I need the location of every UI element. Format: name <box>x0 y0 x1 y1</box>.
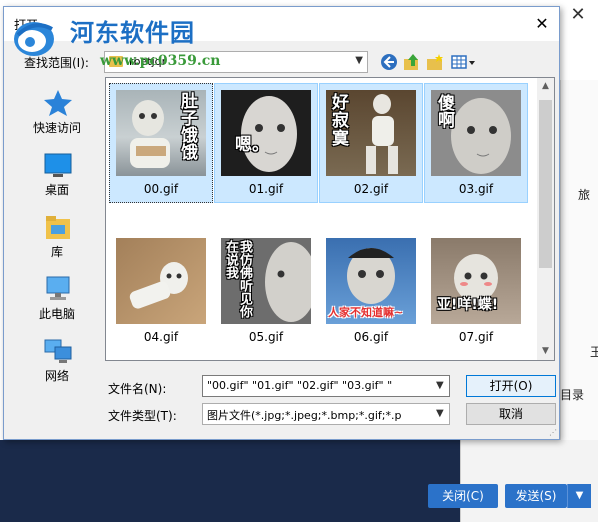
gif-caption: 肚子饿饿 <box>177 92 197 160</box>
file-type-label: 文件类型(T): <box>108 409 177 423</box>
file-name: 06.gif <box>353 330 389 344</box>
place-quick-access[interactable]: 快速访问 <box>12 85 102 145</box>
file-item-00[interactable]: 肚子饿饿 00.gif <box>109 83 213 203</box>
view-menu-button[interactable] <box>450 52 478 72</box>
look-in-value: rbetjqr <box>129 55 167 68</box>
file-name: 07.gif <box>458 330 494 344</box>
scroll-thumb[interactable] <box>539 100 552 268</box>
vertical-scrollbar[interactable]: ▲ ▼ <box>537 78 554 360</box>
file-list-view[interactable]: 肚子饿饿 00.gif 嗯。 01.gif 好寂寞 02.gif 傻啊 03.g… <box>105 77 555 361</box>
file-item-03[interactable]: 傻啊 03.gif <box>424 83 528 203</box>
open-file-dialog: 打开 ✕ 查找范围(I): rbetjqr ▼ 河东软件园 www.pc0359… <box>3 6 560 440</box>
background-desktop-strip <box>0 440 460 522</box>
place-label: 桌面 <box>44 183 69 197</box>
up-folder-button[interactable] <box>402 52 422 72</box>
background-text: 玉 <box>590 345 598 359</box>
file-item-06[interactable]: 人家不知道嘛~ 06.gif <box>319 231 423 351</box>
desktop-icon <box>44 153 72 177</box>
place-library[interactable]: 库 <box>12 209 102 269</box>
back-button[interactable] <box>379 52 399 72</box>
robot-face-image <box>241 96 297 172</box>
folder-icon <box>109 56 123 67</box>
dialog-titlebar: 打开 ✕ <box>4 7 559 41</box>
file-name: 00.gif <box>143 182 179 196</box>
file-name-input[interactable]: "00.gif" "01.gif" "02.gif" "03.gif" " <box>202 375 450 397</box>
place-this-pc[interactable]: 此电脑 <box>12 271 102 331</box>
resize-grip-icon[interactable]: ⋰ <box>549 428 557 437</box>
file-item-01[interactable]: 嗯。 01.gif <box>214 83 318 203</box>
file-item-05[interactable]: 我仿佛听见你在说我 05.gif <box>214 231 318 351</box>
close-chat-button[interactable]: 关闭(C) <box>428 484 498 508</box>
file-item-07[interactable]: 亚!咩!蝶! 07.gif <box>424 231 528 351</box>
file-name-label: 文件名(N): <box>108 382 167 396</box>
robot-lying-image <box>129 262 188 309</box>
gif-thumbnail: 肚子饿饿 <box>116 90 206 176</box>
gif-thumbnail: 我仿佛听见你在说我 <box>221 238 311 324</box>
back-arrow-icon <box>381 54 397 70</box>
gif-thumbnail: 嗯。 <box>221 90 311 176</box>
scroll-down-icon[interactable]: ▼ <box>537 343 554 360</box>
network-icon <box>44 339 72 363</box>
gif-thumbnail: 亚!咩!蝶! <box>431 238 521 324</box>
chevron-down-icon[interactable]: ▼ <box>436 380 444 391</box>
gif-caption: 人家不知道嘛~ <box>328 306 404 319</box>
gif-caption: 傻啊 <box>434 94 454 128</box>
send-options-dropdown-icon[interactable]: ▼ <box>567 484 591 508</box>
gif-thumbnail: 傻啊 <box>431 90 521 176</box>
new-folder-icon <box>427 54 443 70</box>
place-network[interactable]: 网络 <box>12 333 102 393</box>
open-button[interactable]: 打开(O) <box>466 375 556 397</box>
place-label: 此电脑 <box>38 307 75 321</box>
gif-thumbnail: 好寂寞 <box>326 90 416 176</box>
look-in-label: 查找范围(I): <box>24 56 89 70</box>
background-close-icon[interactable]: ✕ <box>568 6 588 24</box>
scroll-up-icon[interactable]: ▲ <box>537 78 554 95</box>
background-text: 旅 <box>578 188 591 202</box>
look-in-dropdown[interactable]: rbetjqr ▼ <box>104 51 368 73</box>
up-folder-icon <box>404 54 418 70</box>
file-item-02[interactable]: 好寂寞 02.gif <box>319 83 423 203</box>
chevron-down-icon[interactable]: ▼ <box>436 408 444 419</box>
background-button-bar <box>460 440 598 522</box>
star-icon <box>44 90 72 116</box>
file-name: 04.gif <box>143 330 179 344</box>
file-item-04[interactable]: 04.gif <box>109 231 213 351</box>
file-name: 03.gif <box>458 182 494 196</box>
background-text: 目录 <box>560 388 585 402</box>
send-button[interactable]: 发送(S) <box>505 484 567 508</box>
gif-caption: 亚!咩!蝶! <box>437 297 499 313</box>
gif-caption: 我仿佛听见你在说我 <box>223 240 252 318</box>
library-icon <box>46 216 70 239</box>
dialog-title: 打开 <box>14 18 39 32</box>
place-label: 库 <box>50 245 63 259</box>
gif-thumbnail: 人家不知道嘛~ <box>326 238 416 324</box>
place-label: 快速访问 <box>32 121 81 135</box>
places-bar: 快速访问 桌面 库 此电脑 网络 <box>12 81 102 383</box>
file-name: 02.gif <box>353 182 389 196</box>
cancel-button[interactable]: 取消 <box>466 403 556 425</box>
place-desktop[interactable]: 桌面 <box>12 147 102 207</box>
file-name: 05.gif <box>248 330 284 344</box>
file-type-select[interactable]: 图片文件(*.jpg;*.jpeg;*.bmp;*.gif;*.p <box>202 403 450 425</box>
gif-thumbnail <box>116 238 206 324</box>
gif-caption: 好寂寞 <box>332 93 349 149</box>
dialog-close-icon[interactable]: ✕ <box>533 15 551 33</box>
view-grid-icon <box>451 55 475 69</box>
computer-icon <box>46 276 70 300</box>
place-label: 网络 <box>44 369 69 383</box>
new-folder-button[interactable] <box>425 52 445 72</box>
gif-caption: 嗯。 <box>235 135 269 155</box>
file-name: 01.gif <box>248 182 284 196</box>
chevron-down-icon: ▼ <box>355 55 363 66</box>
